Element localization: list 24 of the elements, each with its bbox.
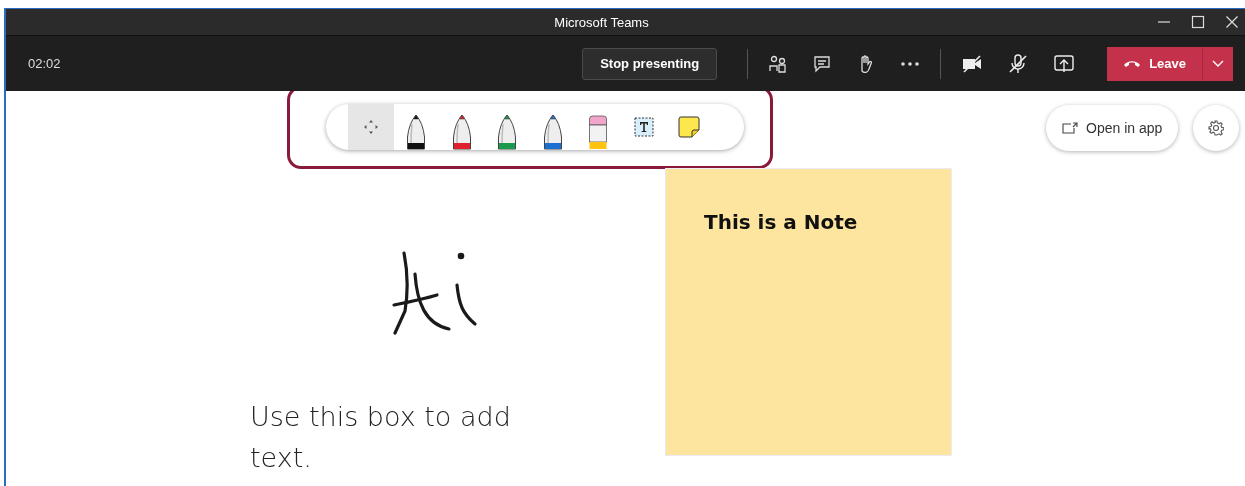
text-box[interactable]: Use this box to add text. [250, 397, 540, 478]
chat-icon[interactable] [812, 53, 833, 74]
open-external-icon [1062, 122, 1078, 134]
settings-icon [1208, 120, 1224, 136]
leave-options-button[interactable] [1202, 46, 1233, 81]
settings-button[interactable] [1193, 105, 1239, 151]
window-title: Microsoft Teams [553, 14, 650, 30]
share-screen-icon[interactable] [1053, 52, 1076, 75]
eraser-icon [588, 114, 609, 150]
stop-presenting-button[interactable]: Stop presenting [582, 47, 718, 80]
note-text: This is a Note [704, 210, 859, 234]
close-icon[interactable] [1225, 15, 1239, 29]
phone-hang-up-icon [1123, 58, 1142, 69]
camera-icon[interactable] [961, 52, 984, 75]
microphone-icon[interactable] [1007, 52, 1030, 75]
participants-icon[interactable] [768, 53, 789, 74]
sticky-note-icon [678, 116, 701, 138]
meeting-timer: 02:02 [28, 56, 61, 71]
maximize-icon[interactable] [1191, 15, 1205, 29]
sticky-note[interactable]: This is a Note [665, 168, 952, 456]
text-box-icon [633, 117, 654, 137]
open-in-app-button[interactable]: Open in app [1046, 105, 1179, 151]
move-icon [363, 120, 378, 134]
caret-icon [1212, 59, 1224, 68]
